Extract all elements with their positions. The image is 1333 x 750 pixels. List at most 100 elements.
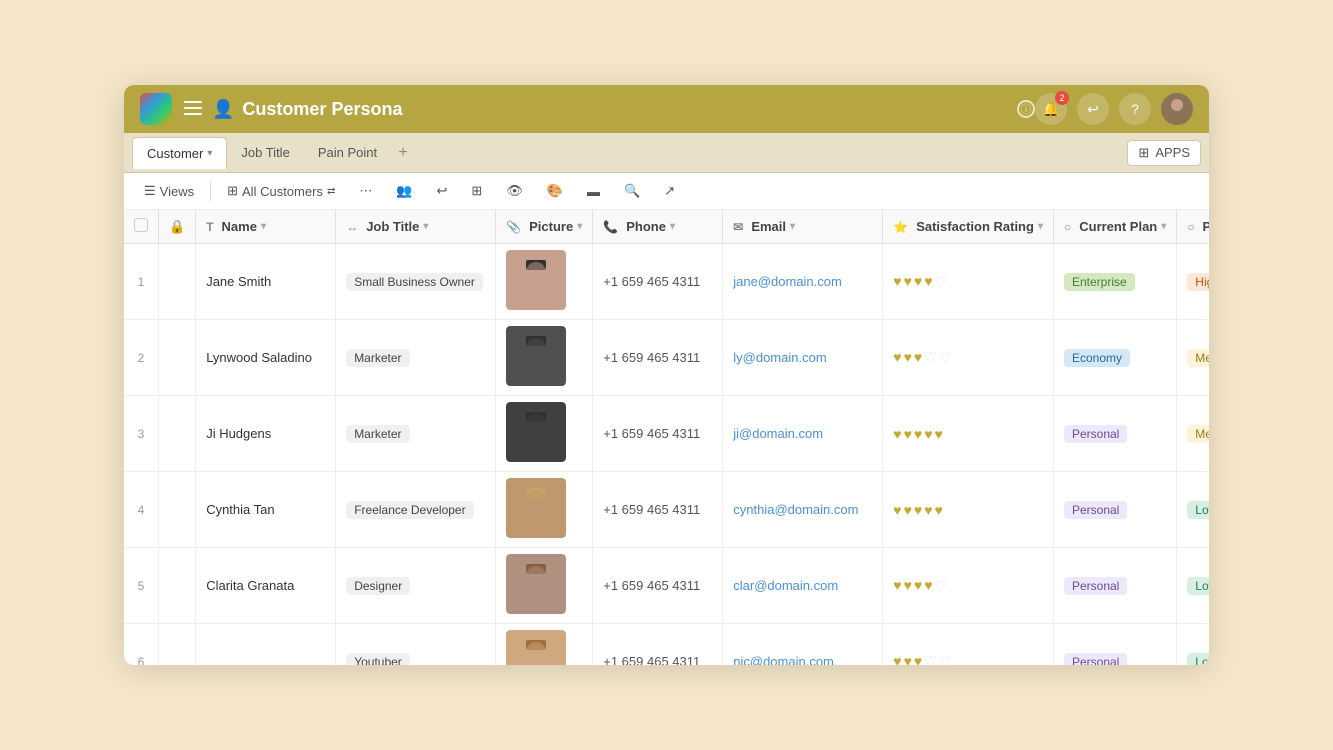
all-customers-button[interactable]: ⊞ All Customers ⇄ xyxy=(219,179,343,203)
plan-badge: Economy xyxy=(1064,349,1130,367)
th-job-title[interactable]: ↔ Job Title ▾ xyxy=(336,210,496,244)
app-window: 👤 Customer Persona ⓘ 🔔 2 ↩ ? Customer ▾ … xyxy=(124,85,1209,665)
th-picture[interactable]: 📎 Picture ▾ xyxy=(496,210,593,244)
help-button[interactable]: ? xyxy=(1119,93,1151,125)
th-checkbox[interactable] xyxy=(124,210,159,244)
star-rating: ♥♥♥♡♡ xyxy=(893,653,1043,665)
filter-button[interactable]: ⊞ xyxy=(463,179,490,203)
row-height-button[interactable]: ▬ xyxy=(579,180,608,203)
circle-icon: ○ xyxy=(1064,220,1071,234)
email-link[interactable]: clar@domain.com xyxy=(733,578,838,593)
email-link[interactable]: ly@domain.com xyxy=(733,350,826,365)
team-button[interactable]: 👥 xyxy=(388,179,420,203)
th-current-plan[interactable]: ○ Current Plan ▾ xyxy=(1053,210,1176,244)
table-row[interactable]: 3 Ji Hudgens Marketer +1 659 465 4311 ji… xyxy=(124,396,1209,472)
th-name[interactable]: T Name ▾ xyxy=(196,210,336,244)
cell-plan: Personal xyxy=(1053,548,1176,624)
add-tab-button[interactable]: + xyxy=(391,141,415,165)
star-rating: ♥♥♥♥♥ xyxy=(893,426,1043,442)
views-button[interactable]: ☰ Views xyxy=(136,179,202,203)
table-header-row: 🔒 T Name ▾ ↔ Job Title ▾ xyxy=(124,210,1209,244)
table-row[interactable]: 6 Youtuber +1 659 465 4311 nic@domain.co… xyxy=(124,624,1209,666)
star-3: ♥ xyxy=(914,577,922,594)
email-link[interactable]: jane@domain.com xyxy=(733,274,842,289)
tab-job-title[interactable]: Job Title xyxy=(227,137,303,168)
th-satisfaction-rating[interactable]: ⭐ Satisfaction Rating ▾ xyxy=(883,210,1054,244)
plan-badge: Personal xyxy=(1064,501,1127,519)
email-icon: ✉ xyxy=(733,220,743,234)
row-number: 3 xyxy=(124,396,159,472)
th-email[interactable]: ✉ Email ▾ xyxy=(723,210,883,244)
color-button[interactable]: 🎨 xyxy=(539,179,571,203)
star-2: ♥ xyxy=(904,426,912,442)
star-4: ♡ xyxy=(924,653,937,665)
tab-pain-point[interactable]: Pain Point xyxy=(304,137,391,168)
avatar[interactable] xyxy=(1161,93,1193,125)
cell-job-title: Marketer xyxy=(336,320,496,396)
cell-plan: Enterprise xyxy=(1053,244,1176,320)
search-button[interactable]: 🔍 xyxy=(616,179,648,203)
cell-priority: High xyxy=(1177,244,1209,320)
email-link[interactable]: ji@domain.com xyxy=(733,426,823,441)
row-number: 2 xyxy=(124,320,159,396)
star-3: ♥ xyxy=(914,502,922,518)
star-icon: ⭐ xyxy=(893,220,908,234)
star-4: ♥ xyxy=(924,502,932,518)
tab-customer[interactable]: Customer ▾ xyxy=(132,137,227,169)
sort-icon-picture: ▾ xyxy=(577,221,582,232)
sync-icon: ⇄ xyxy=(327,186,335,197)
email-link[interactable]: cynthia@domain.com xyxy=(733,502,858,517)
cell-job-title: Designer xyxy=(336,548,496,624)
cell-email[interactable]: nic@domain.com xyxy=(723,624,883,666)
lock-icon: 🔒 xyxy=(169,219,185,234)
star-1: ♥ xyxy=(893,577,901,594)
more-options-button[interactable]: ⋯ xyxy=(351,179,380,203)
cell-plan: Personal xyxy=(1053,396,1176,472)
star-5: ♡ xyxy=(935,577,948,594)
priority-icon: ○ xyxy=(1187,220,1194,234)
cell-email[interactable]: cynthia@domain.com xyxy=(723,472,883,548)
cell-email[interactable]: jane@domain.com xyxy=(723,244,883,320)
header-actions: 🔔 2 ↩ ? xyxy=(1035,93,1193,125)
priority-badge: Low xyxy=(1187,577,1209,595)
cell-job-title: Youtuber xyxy=(336,624,496,666)
star-4: ♥ xyxy=(924,426,932,442)
app-logo xyxy=(140,93,172,125)
row-lock xyxy=(159,472,196,548)
email-link[interactable]: nic@domain.com xyxy=(733,654,834,665)
undo-toolbar-button[interactable]: ↩ xyxy=(429,179,456,203)
table-row[interactable]: 2 Lynwood Saladino Marketer +1 659 465 4… xyxy=(124,320,1209,396)
info-icon[interactable]: ⓘ xyxy=(1017,100,1035,118)
menu-icon[interactable] xyxy=(184,101,202,118)
cell-phone: +1 659 465 4311 xyxy=(593,320,723,396)
cell-email[interactable]: clar@domain.com xyxy=(723,548,883,624)
cell-priority: Medium xyxy=(1177,320,1209,396)
cell-email[interactable]: ly@domain.com xyxy=(723,320,883,396)
cell-name: Cynthia Tan xyxy=(196,472,336,548)
share-button[interactable]: ↗ xyxy=(656,179,683,203)
plan-badge: Personal xyxy=(1064,425,1127,443)
table-row[interactable]: 4 Cynthia Tan Freelance Developer +1 659… xyxy=(124,472,1209,548)
hide-button[interactable]: 👁 xyxy=(498,179,531,203)
table-row[interactable]: 1 Jane Smith Small Business Owner +1 659… xyxy=(124,244,1209,320)
th-phone[interactable]: 📞 Phone ▾ xyxy=(593,210,723,244)
star-2: ♥ xyxy=(904,349,912,366)
cell-priority: Low xyxy=(1177,548,1209,624)
th-priority[interactable]: ○ Priority ▾ xyxy=(1177,210,1209,244)
star-5: ♥ xyxy=(935,426,943,442)
cell-email[interactable]: ji@domain.com xyxy=(723,396,883,472)
table-row[interactable]: 5 Clarita Granata Designer +1 659 465 43… xyxy=(124,548,1209,624)
cell-name xyxy=(196,624,336,666)
job-badge: Marketer xyxy=(346,425,409,443)
undo-button[interactable]: ↩ xyxy=(1077,93,1109,125)
apps-button[interactable]: ⊞ APPS xyxy=(1127,140,1201,166)
notifications-button[interactable]: 🔔 2 xyxy=(1035,93,1067,125)
cell-name: Jane Smith xyxy=(196,244,336,320)
cell-rating: ♥♥♥♥♡ xyxy=(883,244,1054,320)
select-all-checkbox[interactable] xyxy=(134,218,148,232)
toolbar: ☰ Views ⊞ All Customers ⇄ ⋯ 👥 ↩ ⊞ 👁 🎨 ▬ … xyxy=(124,173,1209,210)
cell-phone: +1 659 465 4311 xyxy=(593,548,723,624)
star-4: ♥ xyxy=(924,273,932,290)
header: 👤 Customer Persona ⓘ 🔔 2 ↩ ? xyxy=(124,85,1209,133)
sort-icon: ▾ xyxy=(261,221,266,232)
